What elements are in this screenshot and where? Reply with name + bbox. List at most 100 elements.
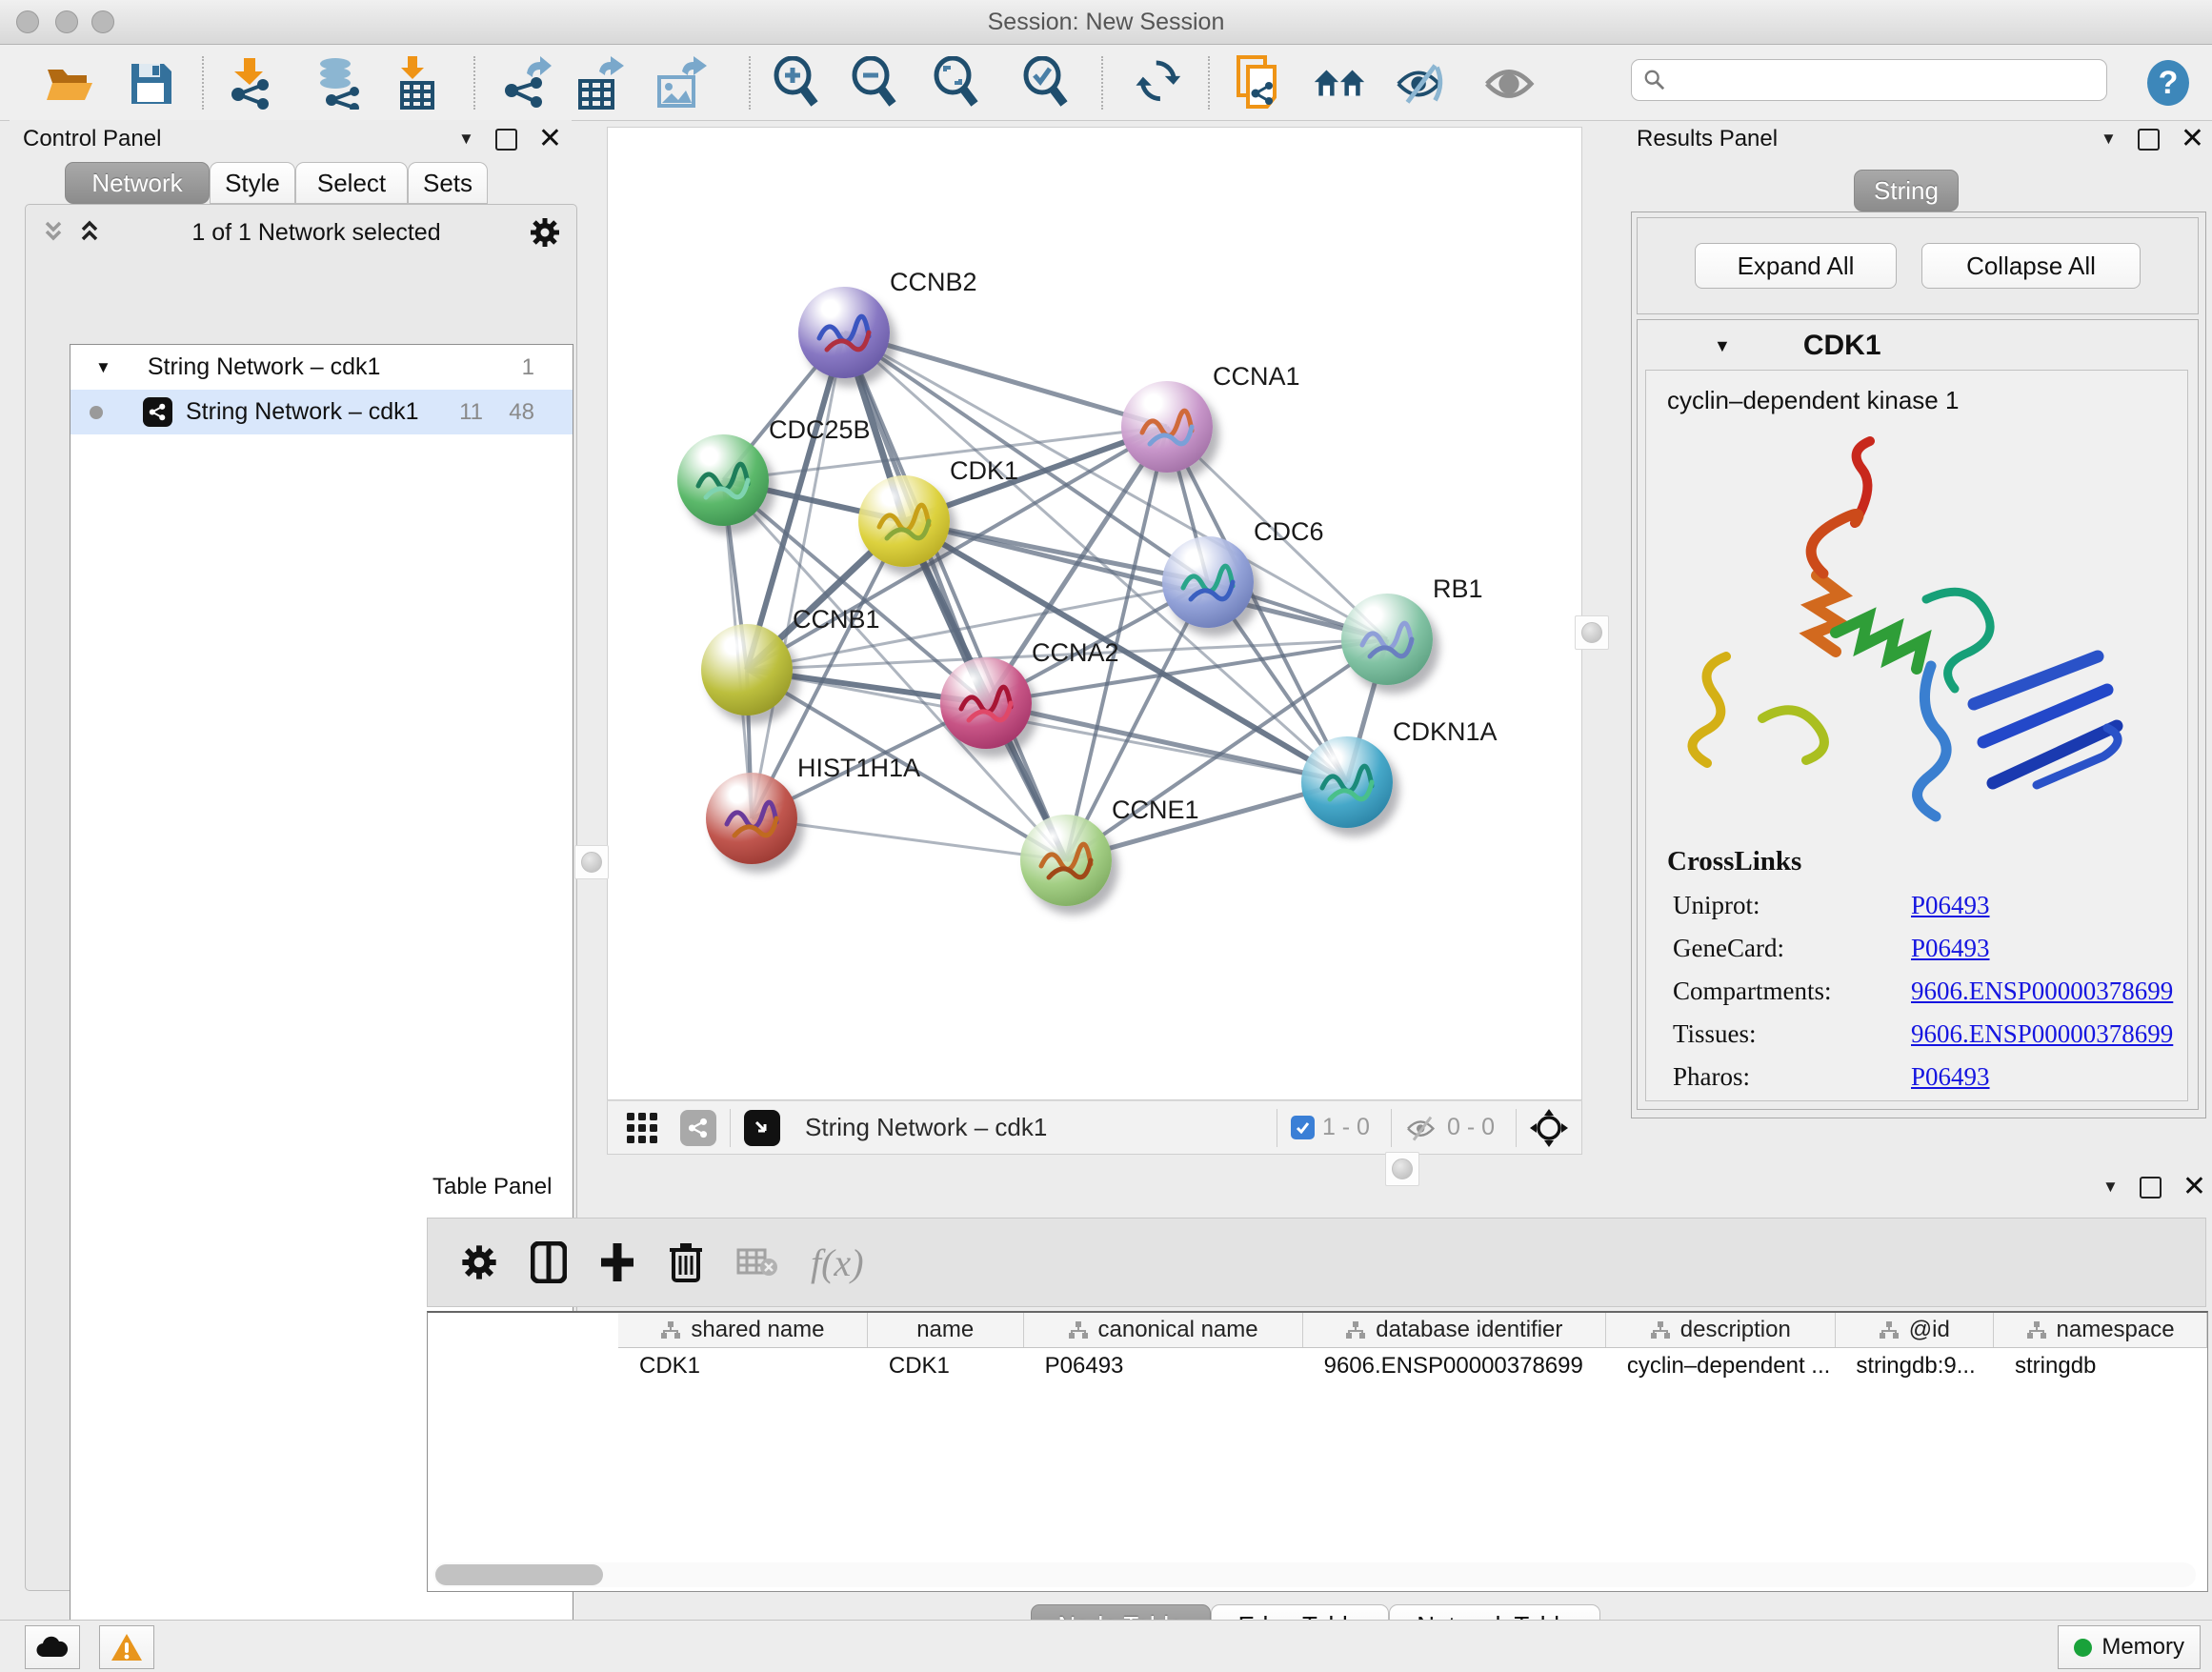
protein-node-ccne1[interactable] [1020, 815, 1112, 906]
node-label-ccne1: CCNE1 [1112, 796, 1199, 825]
crosslink-link[interactable]: P06493 [1911, 934, 1990, 963]
search-field[interactable] [1631, 59, 2107, 101]
table-row[interactable]: CDK1CDK1P064939606.ENSP00000378699cyclin… [618, 1348, 2207, 1384]
column-header-canonical-name[interactable]: canonical name [1024, 1313, 1303, 1347]
results-panel-float-icon[interactable] [2138, 129, 2160, 151]
crosslink-link[interactable]: 9606.ENSP00000378699 [1911, 977, 2173, 1006]
import-network-file-button[interactable] [223, 56, 276, 110]
clone-network-button[interactable] [1233, 56, 1286, 110]
apply-layout-button[interactable] [1132, 56, 1185, 110]
table-panel-close-icon[interactable]: ✕ [2182, 1178, 2206, 1197]
cdk1-collapse-arrow-icon[interactable]: ▼ [1714, 336, 1731, 356]
zoom-out-button[interactable] [848, 56, 901, 110]
control-panel-close-icon[interactable]: ✕ [538, 130, 562, 149]
network-collection-row[interactable]: ▼ String Network – cdk1 1 [70, 345, 573, 390]
network-canvas[interactable]: CCNB2CCNA1CDC25BCDK1CDC6RB1CCNB1CCNA2CDK… [607, 127, 1582, 1100]
protein-node-hist1h1a[interactable] [706, 773, 797, 864]
hidden-count-eye-icon[interactable] [1405, 1114, 1439, 1142]
birdseye-view-icon[interactable] [1530, 1109, 1568, 1147]
protein-node-ccna2[interactable] [940, 657, 1032, 749]
right-splitter-grip[interactable] [1575, 615, 1609, 650]
tab-sets[interactable]: Sets [408, 162, 488, 204]
open-session-button[interactable] [44, 56, 97, 110]
column-header--id[interactable]: @id [1836, 1313, 1995, 1347]
collapse-all-button[interactable]: Collapse All [1921, 243, 2141, 289]
network-edge-count: 48 [509, 399, 534, 426]
memory-button[interactable]: Memory [2058, 1625, 2201, 1669]
table-options-gear-icon[interactable] [460, 1243, 498, 1281]
node-label-ccna2: CCNA2 [1032, 638, 1119, 668]
column-header-name[interactable]: name [868, 1313, 1024, 1347]
protein-node-cdc25b[interactable] [677, 434, 769, 526]
collapse-all-chevrons-icon[interactable] [39, 220, 68, 245]
column-header-description[interactable]: description [1606, 1313, 1836, 1347]
warnings-button[interactable] [99, 1625, 154, 1669]
protein-node-cdc6[interactable] [1162, 536, 1254, 628]
zoom-selected-button[interactable] [1019, 56, 1073, 110]
network-options-gear-icon[interactable] [529, 216, 561, 249]
table-cell[interactable]: stringdb:9... [1835, 1348, 1994, 1384]
column-header-database-identifier[interactable]: database identifier [1303, 1313, 1606, 1347]
protein-node-cdk1[interactable] [858, 475, 950, 567]
tab-string[interactable]: String [1854, 170, 1959, 212]
results-panel-menu-arrow-icon[interactable]: ▼ [2101, 130, 2117, 149]
zoom-fit-button[interactable] [930, 56, 983, 110]
eye-show-icon [1482, 59, 1536, 107]
grid-view-icon[interactable] [625, 1111, 659, 1145]
table-cell[interactable]: cyclin–dependent ... [1606, 1348, 1836, 1384]
table-panel-float-icon[interactable] [2140, 1177, 2162, 1199]
import-table-button[interactable] [389, 56, 442, 110]
control-panel-menu-arrow-icon[interactable]: ▼ [458, 130, 474, 149]
delete-column-trash-icon[interactable] [668, 1240, 704, 1284]
detach-view-icon[interactable] [744, 1110, 780, 1146]
crosslink-link[interactable]: P06493 [1911, 1062, 1990, 1092]
scrollbar-thumb[interactable] [435, 1564, 603, 1585]
expand-all-chevrons-icon[interactable] [75, 220, 104, 245]
help-button[interactable]: ? [2142, 56, 2195, 110]
expand-all-button[interactable]: Expand All [1695, 243, 1897, 289]
network-row[interactable]: String Network – cdk1 11 48 [70, 390, 573, 434]
table-horizontal-scrollbar[interactable] [433, 1562, 2196, 1587]
tab-style[interactable]: Style [210, 162, 295, 204]
string-network-badge-icon[interactable] [680, 1110, 716, 1146]
protein-node-ccna1[interactable] [1121, 381, 1213, 473]
table-cell[interactable]: CDK1 [868, 1348, 1024, 1384]
export-network-button[interactable] [499, 56, 553, 110]
table-cell[interactable]: 9606.ENSP00000378699 [1303, 1348, 1606, 1384]
collection-expand-arrow-icon[interactable]: ▼ [95, 358, 111, 377]
column-header-namespace[interactable]: namespace [1994, 1313, 2207, 1347]
table-cell[interactable]: P06493 [1024, 1348, 1303, 1384]
protein-node-ccnb2[interactable] [798, 287, 890, 378]
table-cell[interactable]: stringdb [1994, 1348, 2207, 1384]
control-panel-float-icon[interactable] [495, 129, 517, 151]
protein-ribbon-thumbnail [954, 675, 1018, 732]
cloud-button[interactable] [25, 1625, 80, 1669]
first-neighbors-button[interactable] [1313, 56, 1366, 110]
hide-selected-button[interactable] [1395, 56, 1448, 110]
export-image-button[interactable] [654, 56, 707, 110]
tab-network[interactable]: Network [65, 162, 210, 204]
export-table-button[interactable] [573, 56, 627, 110]
results-panel-close-icon[interactable]: ✕ [2181, 130, 2204, 149]
column-header-shared-name[interactable]: shared name [618, 1313, 868, 1347]
crosslink-link[interactable]: 9606.ENSP00000378699 [1911, 1019, 2173, 1049]
zoom-in-button[interactable] [770, 56, 823, 110]
show-columns-icon[interactable] [531, 1241, 567, 1283]
protein-node-cdkn1a[interactable] [1301, 736, 1393, 828]
selected-count-checkbox-icon[interactable] [1291, 1116, 1315, 1139]
node-label-rb1: RB1 [1433, 574, 1483, 604]
protein-node-rb1[interactable] [1341, 594, 1433, 685]
search-input[interactable] [1676, 66, 2095, 94]
left-splitter-grip[interactable] [574, 845, 609, 879]
table-cell[interactable]: CDK1 [618, 1348, 868, 1384]
protein-node-ccnb1[interactable] [701, 624, 793, 715]
crosslink-link[interactable]: P06493 [1911, 891, 1990, 920]
show-all-button[interactable] [1482, 56, 1536, 110]
create-column-plus-icon[interactable] [599, 1241, 635, 1283]
gene-description: cyclin–dependent kinase 1 [1667, 386, 2187, 415]
tab-select[interactable]: Select [295, 162, 408, 204]
save-session-button[interactable] [124, 56, 177, 110]
crosslink-label: Uniprot: [1673, 891, 1911, 920]
import-network-from-database-button[interactable] [312, 56, 366, 110]
table-panel-menu-arrow-icon[interactable]: ▼ [2102, 1178, 2119, 1197]
